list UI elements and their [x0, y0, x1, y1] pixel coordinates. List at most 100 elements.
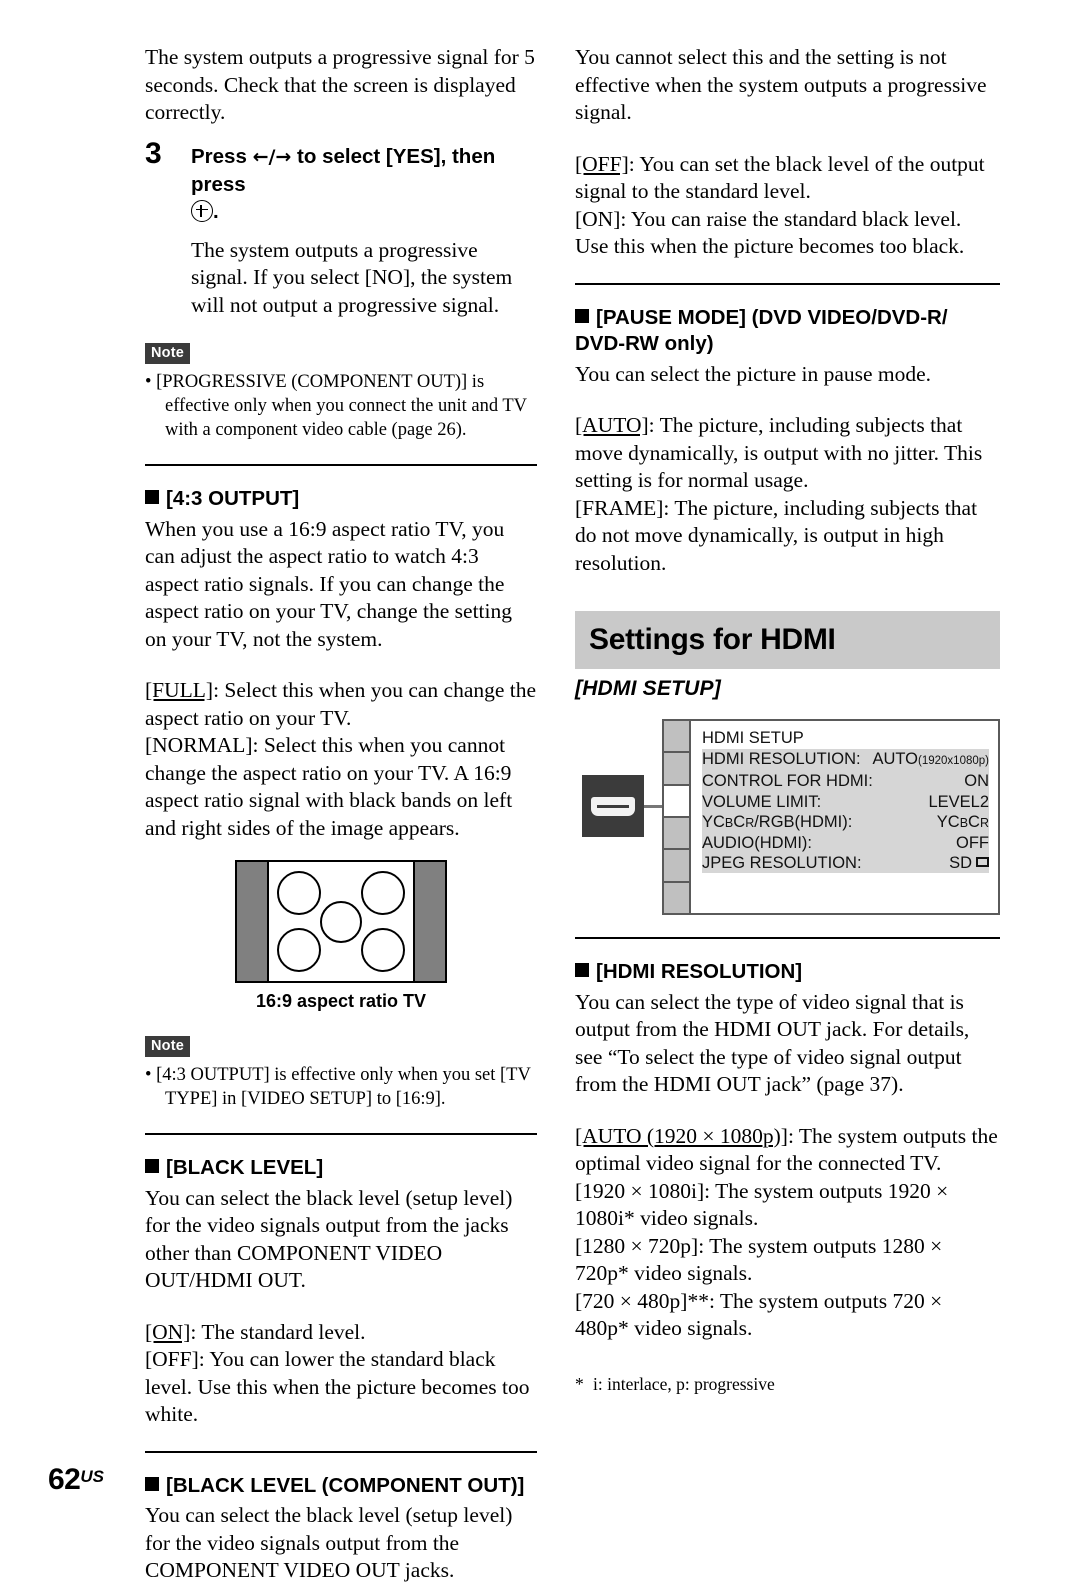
band-title: Settings for HDMI	[589, 623, 836, 656]
intro-paragraph: You cannot select this and the setting i…	[575, 45, 987, 124]
section-heading: [4:3 OUTPUT]	[145, 486, 537, 513]
intro-paragraph: The system outputs a progressive signal …	[145, 45, 535, 124]
divider	[145, 1133, 537, 1135]
circle-center	[320, 900, 362, 943]
osd-tab-3-selected[interactable]	[664, 785, 689, 818]
osd-row[interactable]: CONTROL FOR HDMI: ON	[702, 771, 989, 791]
option-auto: [AUTO]: The picture, including subjects …	[575, 412, 1000, 495]
option-480p-label: [720 × 480p]**	[575, 1288, 709, 1313]
section-body: You can select the black level (setup le…	[145, 1185, 513, 1293]
square-bullet-icon	[575, 963, 589, 977]
page-number: 62US	[48, 1463, 104, 1497]
note-text-line1: • [PROGRESSIVE (COMPONENT OUT)] is	[145, 372, 485, 392]
option-off: [OFF]: You can set the black level of th…	[575, 151, 1000, 206]
osd-row[interactable]: AUDIO(HDMI): OFF	[702, 833, 989, 853]
option-720p: [1280 × 720p]: The system outputs 1280 ×…	[575, 1233, 1000, 1288]
option-on: [ON]: The standard level.	[145, 1319, 537, 1347]
divider	[145, 464, 537, 466]
section-heading-label: [BLACK LEVEL]	[166, 1156, 324, 1179]
section-heading-label-line1: [PAUSE MODE] (DVD VIDEO/DVD-R/	[596, 305, 948, 329]
osd-row-label: HDMI RESOLUTION:	[702, 750, 861, 769]
osd-row[interactable]: YCBCR/RGB(HDMI): YCBCR	[702, 812, 989, 833]
osd-row-label: CONTROL FOR HDMI:	[702, 772, 873, 791]
option-off: [OFF]: You can lower the standard black …	[145, 1346, 537, 1429]
section-body: You can select the type of video signal …	[575, 989, 970, 1097]
circle-bottom-left	[277, 928, 321, 972]
option-480p: [720 × 480p]**: The system outputs 720 ×…	[575, 1288, 1000, 1343]
note-text-line1: • [4:3 OUTPUT] is effective only when yo…	[145, 1065, 531, 1085]
step-heading-prefix: Press	[191, 144, 253, 168]
tv-screen-area	[267, 862, 415, 981]
square-bullet-icon	[575, 308, 589, 323]
tv-left-black-band	[237, 862, 267, 981]
osd-row[interactable]: JPEG RESOLUTION: SD	[702, 853, 989, 873]
osd-row-label: YCBCR/RGB(HDMI):	[702, 812, 853, 831]
square-bullet-icon	[145, 1159, 159, 1173]
option-1080i-label: [1920 × 1080i]	[575, 1178, 705, 1203]
osd-row-label: VOLUME LIMIT:	[702, 792, 822, 811]
section-heading-label: [HDMI RESOLUTION]	[596, 960, 803, 983]
osd-row-value: AUTO(1920x1080p)	[872, 749, 989, 771]
section-body: You can select the black level (setup le…	[145, 1503, 513, 1582]
option-720p-label: [1280 × 720p]	[575, 1233, 699, 1258]
note-text: • [4:3 OUTPUT] is effective only when yo…	[145, 1063, 537, 1111]
option-off-label: [OFF]	[575, 151, 629, 176]
tv-figure-caption: 16:9 aspect ratio TV	[255, 991, 427, 1011]
right-column: You cannot select this and the setting i…	[575, 44, 1000, 1395]
osd-row-value: ON	[964, 772, 989, 791]
sd-square-icon	[976, 857, 989, 868]
step-3: 3 Press ←/→ to select [YES], then press.…	[145, 138, 537, 320]
section-body: When you use a 16:9 aspect ratio TV, you…	[145, 516, 513, 651]
osd-tab-5[interactable]	[664, 850, 689, 883]
step-number: 3	[145, 136, 162, 170]
footnote-marker: *	[575, 1373, 584, 1394]
section-heading: [BLACK LEVEL]	[145, 1155, 537, 1182]
section-hdmi-resolution: [HDMI RESOLUTION] You can select the typ…	[575, 959, 1000, 1395]
option-full-label: [FULL]	[145, 678, 214, 702]
step-heading: Press ←/→ to select [YES], then press.	[191, 143, 537, 225]
option-normal: [NORMAL]: Select this when you cannot ch…	[145, 732, 537, 842]
section-pause-mode: [PAUSE MODE] (DVD VIDEO/DVD-R/DVD-RW onl…	[575, 305, 1000, 578]
section-heading: [PAUSE MODE] (DVD VIDEO/DVD-R/DVD-RW onl…	[575, 305, 1000, 358]
option-off-text: : You can lower the standard black level…	[145, 1347, 530, 1426]
osd-tab-6[interactable]	[664, 882, 689, 913]
hdmi-setup-figure: HDMI SETUP HDMI RESOLUTION: AUTO(1920x10…	[575, 719, 1000, 915]
osd-row-value-main: SD	[949, 854, 972, 873]
osd-tab-1[interactable]	[664, 721, 689, 754]
manual-page: The system outputs a progressive signal …	[0, 0, 1080, 1582]
note-text-line2: effective only when you connect the unit…	[165, 396, 527, 440]
tv-outline	[235, 860, 447, 983]
note-text: • [PROGRESSIVE (COMPONENT OUT)] is effect…	[145, 370, 537, 442]
option-on-text: : You can raise the standard black level…	[575, 206, 965, 259]
subsection-title-hdmi-setup: [HDMI SETUP]	[575, 677, 721, 700]
option-frame-label: [FRAME]	[575, 495, 664, 520]
option-full: [FULL]: Select this when you can change …	[145, 677, 537, 732]
option-on-text: : The standard level.	[190, 1319, 366, 1344]
circle-top-left	[277, 871, 321, 915]
osd-title: HDMI SETUP	[702, 729, 804, 747]
enter-button-icon	[191, 199, 213, 222]
step-heading-tail: .	[213, 199, 219, 223]
section-heading-label: [BLACK LEVEL (COMPONENT OUT)]	[166, 1473, 525, 1497]
step-body: The system outputs a progressive signal.…	[191, 237, 513, 317]
osd-row[interactable]: HDMI RESOLUTION: AUTO(1920x1080p)	[702, 749, 989, 771]
option-auto-label: [AUTO (1920 × 1080p)]	[575, 1123, 788, 1148]
osd-row[interactable]: VOLUME LIMIT: LEVEL2	[702, 792, 989, 812]
note-block-2: Note • [4:3 OUTPUT] is effective only wh…	[145, 1036, 537, 1111]
note-badge: Note	[145, 1036, 191, 1057]
section-heading-label: [4:3 OUTPUT]	[166, 487, 300, 510]
osd-row-value: OFF	[956, 834, 989, 853]
osd-tab-2[interactable]	[664, 753, 689, 786]
option-auto: [AUTO (1920 × 1080p)]: The system output…	[575, 1123, 1000, 1178]
option-off-text: : You can set the black level of the out…	[575, 151, 985, 204]
note-text-line2: TYPE] in [VIDEO SETUP] to [16:9].	[165, 1089, 446, 1109]
osd-setting-list: HDMI RESOLUTION: AUTO(1920x1080p) CONTRO…	[702, 749, 989, 874]
osd-body: HDMI SETUP HDMI RESOLUTION: AUTO(1920x10…	[691, 721, 998, 913]
circle-top-right	[361, 871, 405, 915]
osd-screen: HDMI SETUP HDMI RESOLUTION: AUTO(1920x10…	[662, 719, 1000, 915]
osd-tab-4[interactable]	[664, 817, 689, 851]
note-block-1: Note • [PROGRESSIVE (COMPONENT OUT)] is e…	[145, 343, 537, 442]
section-heading-label-line2: DVD-RW only)	[575, 332, 714, 355]
option-1080i: [1920 × 1080i]: The system outputs 1920 …	[575, 1178, 1000, 1233]
osd-row-value-main: AUTO	[872, 750, 919, 769]
